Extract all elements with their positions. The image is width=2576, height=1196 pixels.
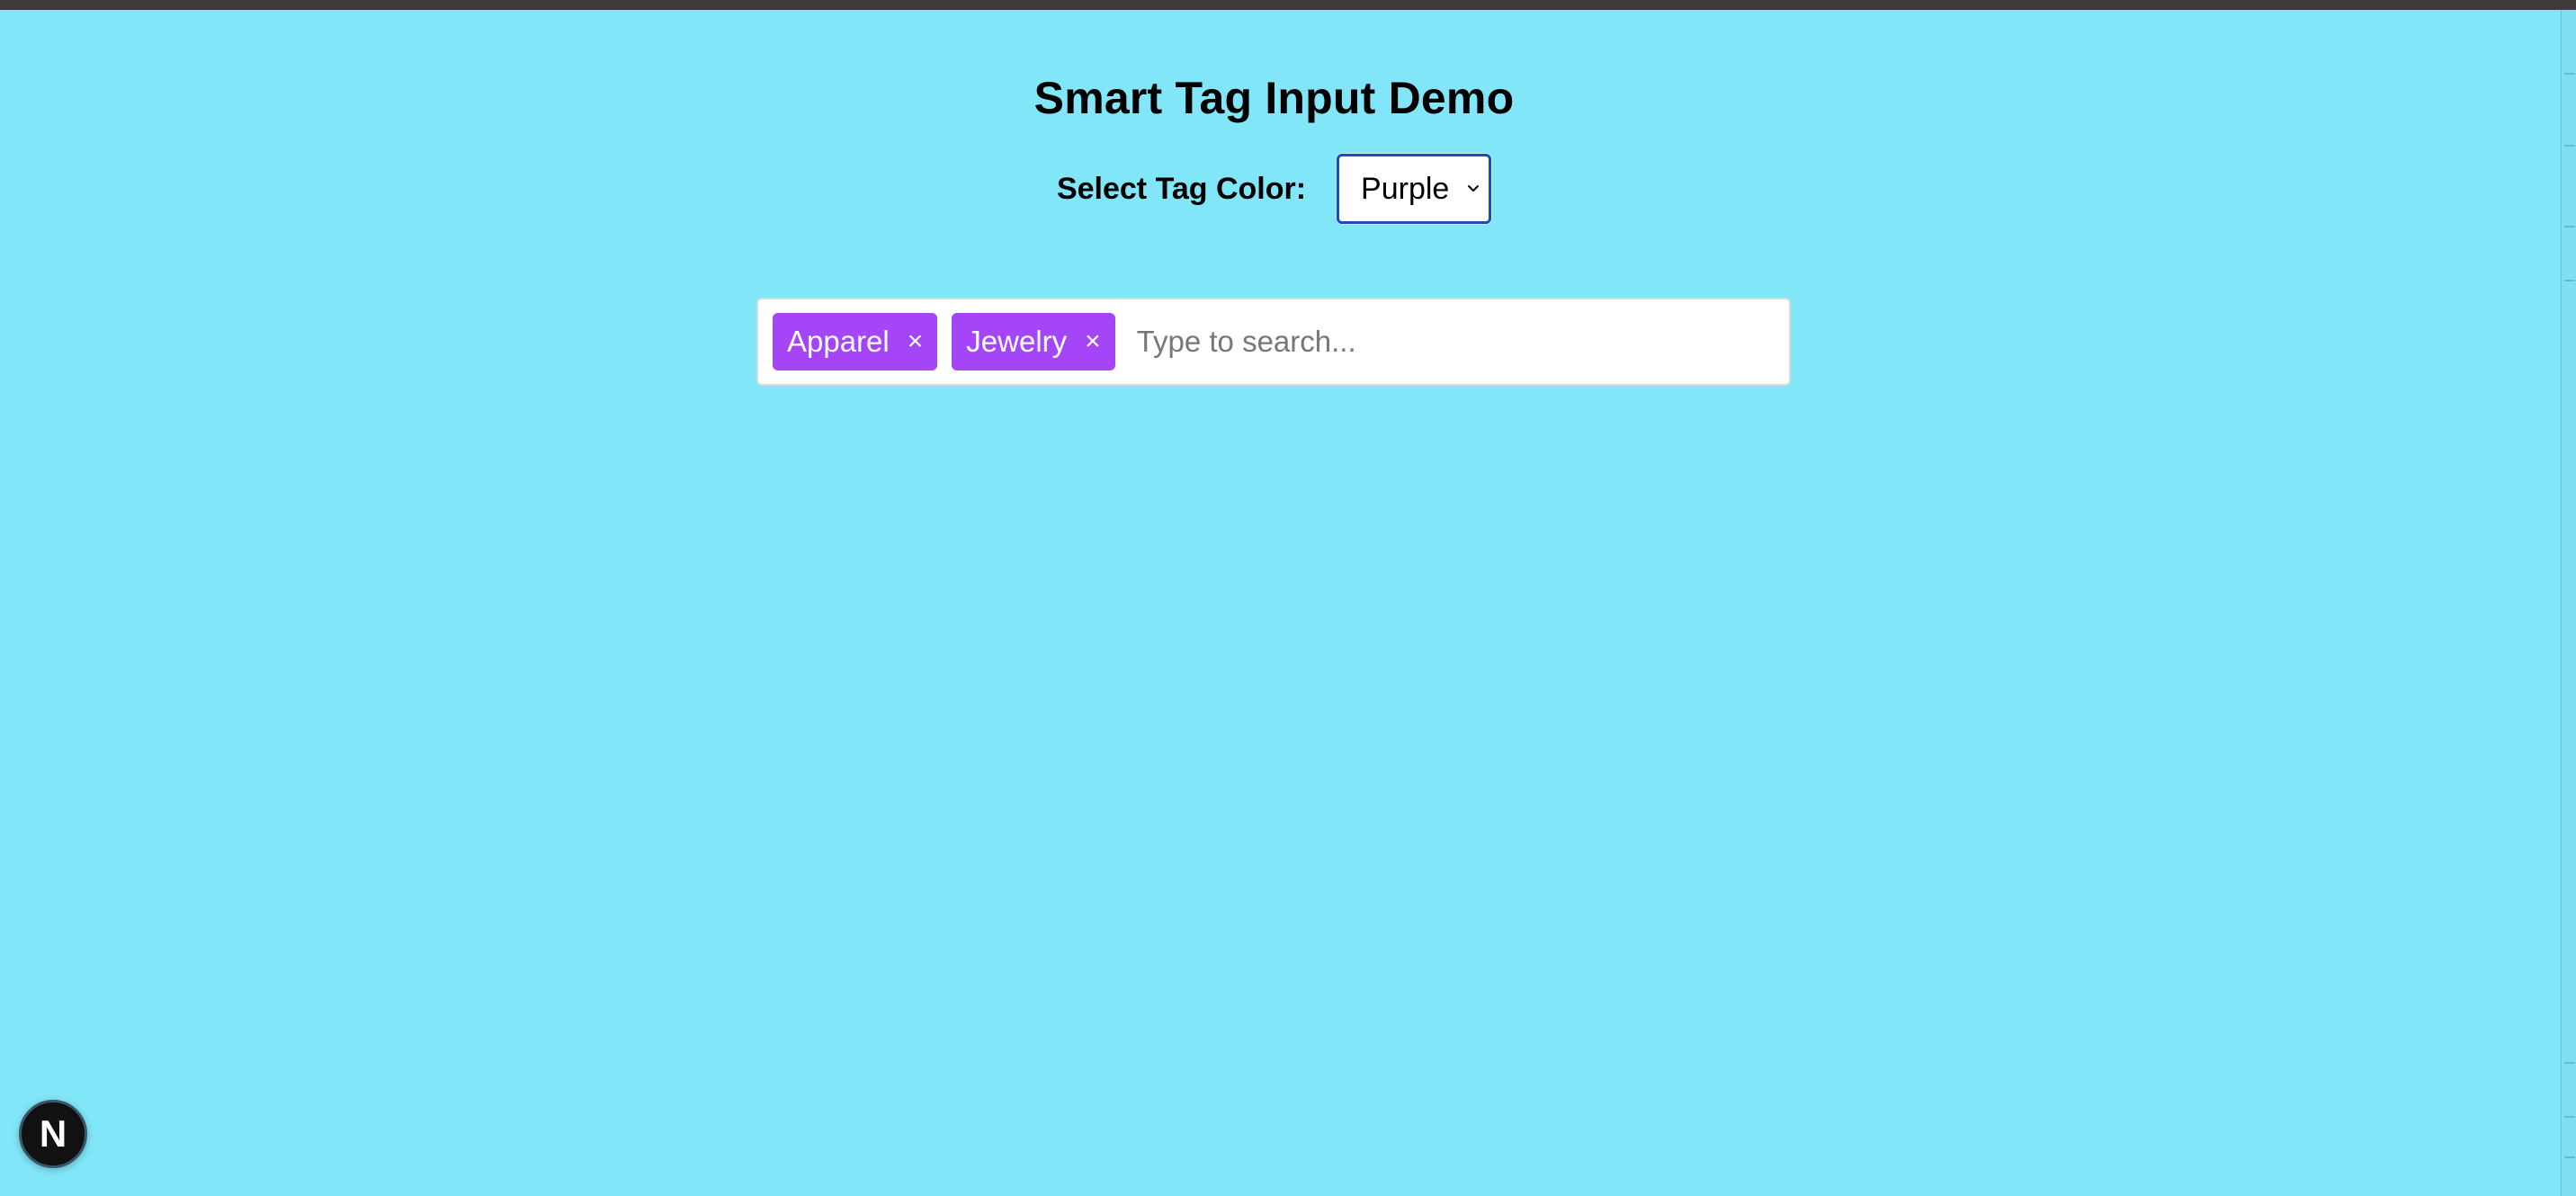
tag-input-box[interactable]: Apparel × Jewelry × — [756, 298, 1791, 386]
search-input[interactable] — [1129, 315, 1775, 369]
tag-color-select[interactable]: Purple — [1337, 154, 1492, 224]
edge-mark — [2564, 1156, 2575, 1158]
tag-color-label: Select Tag Color: — [1056, 172, 1307, 206]
tag-label: Jewelry — [966, 325, 1068, 358]
tag-apparel: Apparel × — [773, 313, 938, 370]
edge-mark — [2564, 145, 2575, 147]
chevron-down-icon — [1467, 183, 1480, 195]
tag-color-row: Select Tag Color: Purple — [0, 153, 2548, 225]
selected-color: Purple — [1361, 172, 1450, 206]
edge-mark — [2564, 73, 2575, 75]
close-icon[interactable]: × — [908, 328, 924, 355]
edge-mark — [2564, 226, 2575, 228]
edge-mark — [2564, 1116, 2575, 1118]
edge-mark — [2564, 280, 2575, 281]
tag-jewelry: Jewelry × — [952, 313, 1115, 370]
main-content: Smart Tag Input Demo Select Tag Color: P… — [0, 0, 2548, 1196]
next-logo-icon[interactable]: N — [19, 1100, 87, 1168]
edge-mark — [2564, 1062, 2575, 1064]
right-side-edge — [2561, 10, 2576, 1196]
close-icon[interactable]: × — [1085, 328, 1101, 355]
page-title: Smart Tag Input Demo — [1033, 73, 1515, 123]
tag-label: Apparel — [787, 325, 890, 358]
